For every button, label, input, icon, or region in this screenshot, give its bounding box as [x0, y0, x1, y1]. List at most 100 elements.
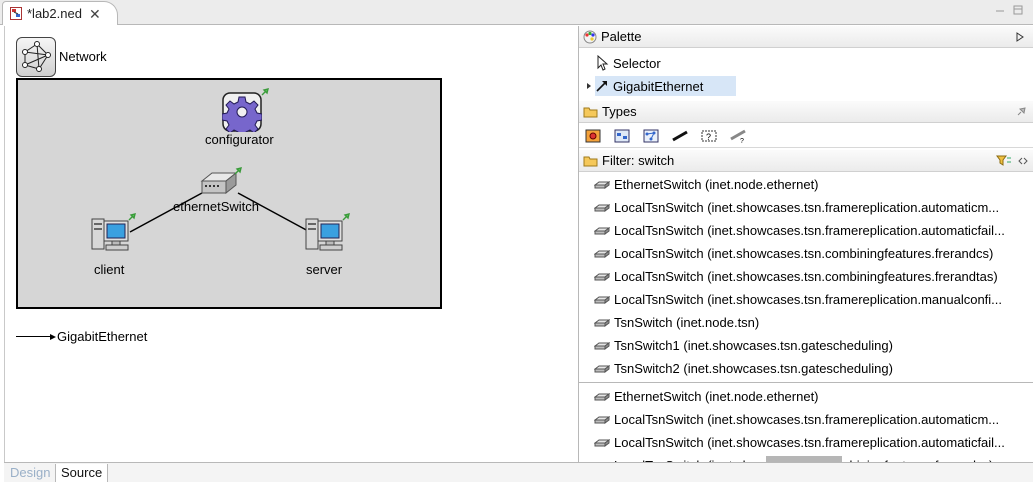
switch-icon [594, 180, 610, 189]
server-node[interactable] [304, 215, 346, 258]
network-label: Network [59, 49, 107, 64]
switch-icon [594, 203, 610, 212]
folder-icon [583, 156, 598, 166]
switch-icon [594, 226, 610, 235]
type-list-item[interactable]: LocalTsnSwitch (inet.showcases.tsn.frame… [579, 431, 1033, 454]
editor-tab-title: *lab2.ned [27, 6, 82, 21]
type-list-item-label: TsnSwitch1 (inet.showcases.tsn.gatesched… [614, 338, 893, 353]
server-label: server [306, 262, 343, 277]
editor-tab-lab2[interactable]: *lab2.ned ✕ [2, 1, 118, 25]
network-compound-module[interactable]: configurator ethernetSwitch client serve… [16, 78, 442, 309]
results-divider [579, 382, 1033, 383]
pin-icon [234, 167, 242, 175]
ned-design-canvas[interactable]: Network configurator ethernetSwitch clie… [4, 26, 578, 462]
pin-icon [261, 88, 269, 96]
type-list-item-label: EthernetSwitch (inet.node.ethernet) [614, 389, 819, 404]
tooltip-overlay [766, 456, 842, 462]
type-list-item[interactable]: TsnSwitch2 (inet.showcases.tsn.gatesched… [579, 357, 1033, 380]
type-list-item[interactable]: LocalTsnSwitch (inet.showcases.tsn.combi… [579, 265, 1033, 288]
expand-triangle-icon[interactable] [586, 82, 592, 90]
minimize-icon[interactable] [995, 5, 1005, 15]
types-header[interactable]: Types [579, 101, 1033, 123]
type-list-item-label: TsnSwitch2 (inet.showcases.tsn.gatesched… [614, 361, 893, 376]
filter-title: Filter: switch [602, 153, 675, 168]
client-label: client [94, 262, 125, 277]
pin-view-icon[interactable] [1016, 107, 1026, 117]
simple-module-icon[interactable] [585, 129, 601, 143]
switch-icon [200, 171, 238, 195]
palette-item-label: Selector [613, 55, 661, 71]
switch-icon [608, 461, 610, 462]
palette-header[interactable]: Palette [579, 26, 1033, 48]
switch-icon [594, 272, 610, 281]
switch-icon [594, 318, 610, 327]
network-type-icon[interactable] [643, 129, 659, 143]
editor-mode-tabs: Design Source [4, 462, 1033, 482]
type-list-item[interactable]: LocalTsnSwitch (inet.showcases.tsn.frame… [579, 408, 1033, 431]
ethernet-switch-label: ethernetSwitch [173, 199, 259, 214]
computer-icon [91, 218, 129, 251]
channel-line [16, 336, 50, 337]
types-title: Types [602, 104, 637, 119]
type-list-item-label: LocalTsnSwitch (inet.showcases.tsn.frame… [614, 435, 1005, 450]
type-list-item-label: TsnSwitch (inet.node.tsn) [614, 315, 760, 330]
switch-icon [594, 249, 610, 258]
filter-icon[interactable] [996, 154, 1012, 168]
interface-type-icon[interactable]: ? [701, 129, 717, 143]
type-list-item[interactable]: LocalTsnSwitch (inet.showcases.tsn.frame… [579, 196, 1033, 219]
type-list-item[interactable]: LocalTsnSwitch (inet.showcases.tsn.combi… [579, 242, 1033, 265]
configurator-label: configurator [205, 132, 274, 147]
channel-interface-icon[interactable]: ? [730, 129, 746, 143]
type-list-item-label: EthernetSwitch (inet.node.ethernet) [614, 177, 819, 192]
palette-item-label: GigabitEthernet [613, 78, 704, 94]
palette-title: Palette [601, 29, 642, 44]
maximize-icon[interactable] [1013, 5, 1023, 15]
arrow-right-icon [50, 333, 56, 340]
tab-design[interactable]: Design [5, 464, 55, 482]
ned-file-icon [10, 7, 22, 20]
ethernet-switch-node[interactable] [198, 171, 238, 200]
switch-icon [594, 295, 610, 304]
tab-source[interactable]: Source [55, 464, 109, 482]
connection-arrow-icon [596, 81, 607, 92]
close-icon[interactable]: ✕ [89, 7, 101, 21]
type-list-item[interactable]: TsnSwitch1 (inet.showcases.tsn.gatesched… [579, 334, 1033, 357]
network-icon[interactable] [16, 37, 56, 77]
type-list-item[interactable]: EthernetSwitch (inet.node.ethernet) [579, 385, 1033, 408]
folder-icon [583, 107, 598, 117]
compound-module-icon[interactable] [614, 129, 630, 143]
gear-icon [221, 92, 263, 138]
type-results-list: EthernetSwitch (inet.node.ethernet) Local… [579, 385, 1033, 462]
channel-type-icon[interactable] [672, 129, 688, 143]
palette-panel: Palette Selector GigabitEthernet Types ?… [578, 26, 1033, 462]
pin-icon [128, 213, 136, 221]
filter-header[interactable]: Filter: switch [579, 150, 1033, 172]
switch-icon [594, 341, 610, 350]
palette-item-gigabit-ethernet[interactable]: GigabitEthernet [587, 76, 736, 96]
window-controls [995, 5, 1023, 15]
type-list-item[interactable]: LocalTsnSwitch (inet.showcases.tsn.frame… [579, 288, 1033, 311]
type-list-item-label: LocalTsnSwitch (inet.showcases.tsn.frame… [614, 292, 1003, 307]
computer-icon [305, 218, 343, 251]
client-node[interactable] [90, 215, 132, 258]
collapse-right-icon[interactable] [1016, 32, 1024, 42]
pin-icon [342, 213, 350, 221]
svg-text:?: ? [706, 132, 711, 142]
channel-label: GigabitEthernet [57, 329, 148, 344]
type-list-item-label: LocalTsnSwitch (inet.showcases.tsn.frame… [614, 412, 1000, 427]
collapse-arrows-icon[interactable] [1018, 157, 1028, 165]
configurator-node[interactable] [221, 92, 263, 138]
filter-results-list: EthernetSwitch (inet.node.ethernet) Local… [579, 173, 1033, 380]
svg-text:?: ? [740, 138, 744, 143]
switch-icon [594, 415, 610, 424]
switch-icon [594, 364, 610, 373]
type-list-item-label: LocalTsnSwitch (inet.showcases.tsn.combi… [614, 246, 994, 261]
switch-icon [594, 392, 610, 401]
gigabit-ethernet-channel-legend[interactable]: GigabitEthernet [16, 329, 147, 344]
type-list-item[interactable]: TsnSwitch (inet.node.tsn) [579, 311, 1033, 334]
palette-item-selector[interactable]: Selector [595, 53, 661, 73]
type-list-item[interactable]: LocalTsnSwitch (inet.showcases.tsn.frame… [579, 219, 1033, 242]
type-list-item[interactable]: EthernetSwitch (inet.node.ethernet) [579, 173, 1033, 196]
type-list-item-label: LocalTsnSwitch (inet.showcases.tsn.frame… [614, 223, 1005, 238]
cursor-arrow-icon [597, 55, 609, 71]
